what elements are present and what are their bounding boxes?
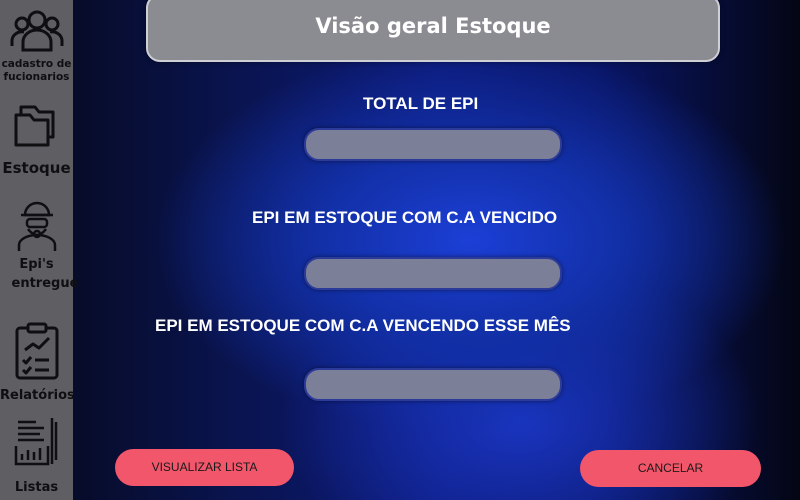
sidebar-item-estoque[interactable]: Estoque [0, 103, 73, 177]
sidebar-item-label: Relatórios [0, 388, 75, 403]
total-epi-field[interactable] [304, 128, 562, 161]
sidebar-item-listas[interactable]: Listas [0, 416, 73, 495]
list-chart-icon [14, 418, 57, 466]
expired-ca-label: EPI EM ESTOQUE COM C.A VENCIDO [252, 208, 558, 227]
expiring-ca-field[interactable] [304, 368, 562, 401]
sidebar-item-label: Epi's entregue [11, 257, 79, 291]
sidebar-item-label: Listas [14, 480, 59, 495]
clipboard-report-icon [15, 322, 58, 380]
cancel-button[interactable]: CANCELAR [580, 450, 761, 487]
sidebar-item-epis[interactable]: Epi's entregue [0, 197, 79, 293]
view-list-button[interactable]: VISUALIZAR LISTA [115, 449, 294, 486]
page-title-bar: Visão geral Estoque [146, 0, 720, 62]
expiring-ca-label: EPI EM ESTOQUE COM C.A VENCENDO ESSE MÊS [155, 316, 571, 335]
sidebar-item-label: cadastro de fucionarios [1, 58, 72, 83]
expired-ca-field[interactable] [304, 257, 562, 290]
total-epi-label: TOTAL DE EPI [363, 94, 479, 113]
sidebar-item-relatorios[interactable]: Relatórios [0, 322, 75, 403]
sidebar-item-cadastro[interactable]: cadastro de fucionarios [0, 6, 73, 84]
folders-icon [14, 105, 54, 147]
page-title: Visão geral Estoque [315, 14, 551, 38]
sidebar: cadastro de fucionarios Estoque Epi's en… [0, 0, 79, 500]
sidebar-item-label: Estoque [2, 159, 71, 177]
users-icon [10, 10, 63, 52]
ppe-worker-icon [17, 201, 56, 251]
